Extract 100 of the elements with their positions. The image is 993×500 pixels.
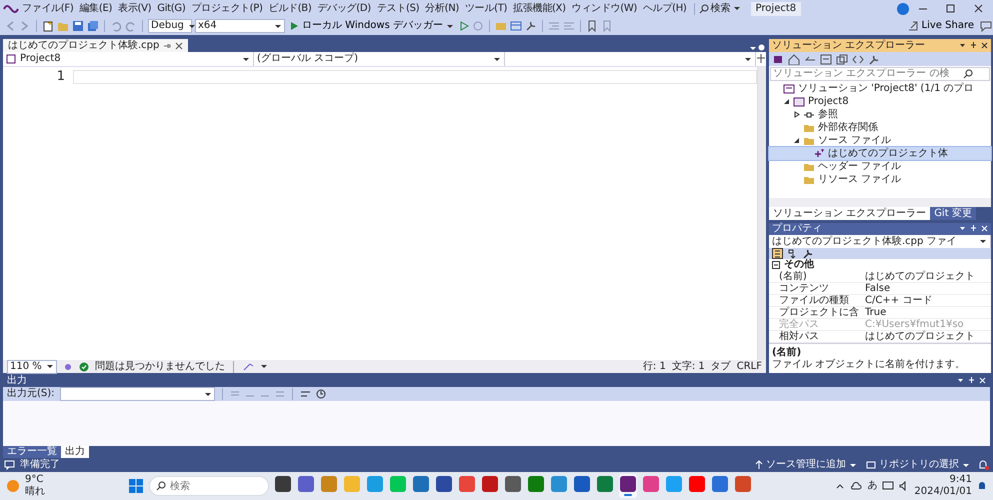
caret-icon[interactable] [274, 22, 282, 30]
menu-item[interactable]: プロジェクト(P) [188, 2, 266, 14]
indent-indicator[interactable]: タブ [710, 360, 731, 372]
tools-icon[interactable] [525, 20, 537, 32]
expanded-icon[interactable] [782, 98, 790, 105]
copy-icon[interactable] [836, 54, 848, 64]
account-avatar-icon[interactable] [897, 2, 909, 14]
feedback-icon[interactable] [979, 20, 993, 32]
intellicode-icon[interactable] [63, 362, 73, 372]
select-repository-button[interactable]: リポジトリの選択 [864, 459, 972, 471]
property-name[interactable]: プロジェクトに含 [769, 307, 865, 319]
monitor-icon[interactable] [882, 481, 894, 491]
property-value[interactable]: False [865, 283, 991, 295]
panel-tab[interactable]: エラー一覧 [3, 446, 61, 458]
caret-icon[interactable] [188, 22, 196, 30]
platform-dropdown[interactable]: x64 [195, 19, 285, 33]
caret-icon[interactable] [46, 363, 54, 370]
close-icon[interactable] [981, 42, 988, 48]
menu-item[interactable]: ファイル(F) [19, 2, 76, 14]
property-value[interactable]: True [865, 307, 991, 319]
play-outline-icon[interactable] [459, 21, 469, 31]
zoom-dropdown[interactable]: 110 % [7, 360, 57, 374]
line-ending-indicator[interactable]: CRLF [736, 360, 762, 372]
clock-time[interactable]: 9:41 [950, 474, 972, 486]
notification-icon[interactable] [977, 460, 989, 470]
menu-item[interactable]: テスト(S) [374, 2, 422, 14]
input-method-indicator[interactable]: あ [867, 480, 878, 492]
vertical-scrollbar[interactable] [757, 67, 766, 360]
tree-item[interactable]: ソリューション 'Project8' (1/1 のプロ [769, 82, 991, 95]
taskbar-search-field[interactable]: 検索 [149, 476, 270, 496]
taskbar-app-icon[interactable] [619, 474, 638, 498]
tree-item[interactable]: Project8 [769, 95, 991, 108]
code-icon[interactable] [852, 54, 864, 64]
layout-icon[interactable] [510, 20, 522, 32]
tree-item[interactable]: ソース ファイル [769, 134, 991, 147]
home-icon[interactable] [788, 54, 800, 64]
collapse-icon[interactable] [772, 261, 780, 269]
pin-icon[interactable] [163, 42, 172, 50]
live-share-button[interactable]: Live Share [906, 20, 976, 32]
caret-icon[interactable] [979, 238, 987, 245]
close-icon[interactable] [175, 42, 184, 50]
dropdown-caret-icon[interactable] [959, 42, 966, 48]
dropdown-caret-icon[interactable] [957, 377, 964, 384]
pin-icon[interactable] [970, 42, 977, 50]
menu-item[interactable]: Git(G) [154, 2, 188, 14]
menu-item[interactable]: ビルド(B) [266, 2, 314, 14]
caret-icon[interactable] [204, 390, 212, 398]
panel-tab[interactable]: Git 変更 [930, 207, 976, 220]
menu-item[interactable]: ウィンドウ(W) [568, 2, 640, 14]
save-all-icon[interactable] [87, 20, 99, 32]
new-item-icon[interactable] [42, 20, 54, 32]
menu-item[interactable]: ヘルプ(H) [640, 2, 690, 14]
clock-icon[interactable] [316, 389, 326, 399]
caret-icon[interactable] [744, 56, 752, 62]
line-indicator[interactable]: 行: 1 [642, 360, 666, 372]
notification-bell-icon[interactable] [977, 480, 988, 492]
property-value[interactable]: C/C++ コード [865, 295, 991, 307]
bookmark-icon[interactable] [586, 20, 598, 32]
property-value[interactable]: はじめてのプロジェクト [865, 331, 991, 343]
clock-date[interactable]: 2024/01/01 [914, 486, 972, 498]
configuration-dropdown[interactable]: Debug [148, 19, 192, 33]
caret-icon[interactable] [260, 363, 268, 370]
document-tab[interactable]: はじめてのプロジェクト体験.cpp [3, 39, 188, 52]
tree-item[interactable]: ヘッダー ファイル [769, 160, 991, 173]
dropdown-caret-icon[interactable] [732, 5, 741, 12]
save-icon[interactable] [72, 20, 84, 32]
property-name[interactable]: (名前) [769, 271, 865, 283]
menu-item[interactable]: ツール(T) [462, 2, 510, 14]
settings-icon[interactable] [757, 43, 766, 52]
menu-item[interactable]: 編集(E) [76, 2, 116, 14]
property-name[interactable]: ファイルの種類 [769, 295, 865, 307]
panel-tab[interactable]: ソリューション エクスプローラー [769, 207, 930, 220]
categorized-icon[interactable] [772, 248, 783, 259]
project-dropdown[interactable]: Project8 [3, 52, 254, 66]
menu-item[interactable]: デバッグ(D) [314, 2, 374, 14]
start-debugging-button[interactable]: ローカル Windows デバッガー [288, 20, 456, 32]
dropdown-caret-icon[interactable] [959, 225, 966, 232]
word-wrap-icon[interactable] [300, 389, 311, 399]
wrench-icon[interactable] [868, 54, 880, 64]
menu-item[interactable]: 分析(N) [422, 2, 462, 14]
expanded-icon[interactable] [792, 137, 800, 144]
horizontal-scrollbar[interactable] [769, 198, 991, 207]
wrench-icon[interactable] [802, 248, 813, 259]
property-value[interactable]: はじめてのプロジェクト [865, 271, 991, 283]
search-button[interactable]: 検索 [694, 2, 745, 14]
split-icon[interactable] [756, 52, 766, 65]
tree-item[interactable]: 外部依存関係 [769, 121, 991, 134]
collapsed-icon[interactable] [792, 111, 800, 118]
start-icon[interactable] [128, 478, 144, 494]
tree-item[interactable]: 参照 [769, 108, 991, 121]
caret-icon[interactable] [493, 56, 501, 62]
property-name[interactable]: コンテンツ [769, 283, 865, 295]
tree-item[interactable]: はじめてのプロジェクト体 [769, 147, 991, 160]
column-indicator[interactable]: 文字: 1 [672, 360, 705, 372]
panel-tab[interactable]: 出力 [61, 446, 89, 458]
message-icon[interactable] [4, 460, 15, 470]
add-to-source-control-button[interactable]: ソース管理に追加 [753, 459, 859, 471]
alphabetical-icon[interactable] [787, 248, 798, 259]
menu-item[interactable]: 拡張機能(X) [510, 2, 569, 14]
caret-icon[interactable] [242, 56, 250, 62]
